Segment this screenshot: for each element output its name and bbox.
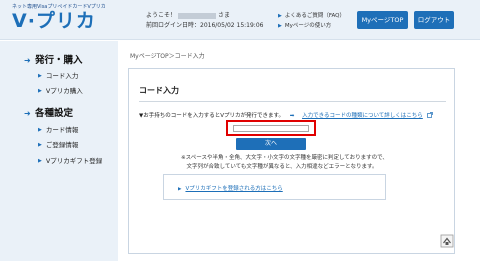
- page-top-icon[interactable]: [440, 233, 454, 248]
- triangle-right-icon: ▶: [38, 88, 42, 94]
- sidebar-item-card-info[interactable]: ▶ カード情報: [38, 125, 78, 135]
- sidebar-item-label: Vプリカ購入: [45, 87, 83, 95]
- howto-link-label: Myページの使い方: [284, 23, 332, 29]
- divider: [139, 101, 446, 102]
- breadcrumb: MyページTOP＞コード入力: [130, 53, 205, 60]
- triangle-right-icon: ▶: [38, 142, 42, 148]
- sidebar-item-label: Vプリカギフト登録: [45, 157, 103, 165]
- arrow-right-icon: ▶: [278, 23, 282, 29]
- mypage-top-button[interactable]: MyページTOP: [357, 11, 408, 29]
- header: ネット専用VisaプリペイドカードVプリカ V·プリカ ようこそ！ さま 前回ログ…: [0, 0, 480, 40]
- gift-register-box: ▶ Vプリカギフトを登録される方はこちら: [163, 174, 386, 200]
- arrow-right-icon: ➜: [24, 56, 31, 65]
- header-links: ▶ よくあるご質問（FAQ） ▶ Myページの使い方: [278, 11, 345, 31]
- code-types-link[interactable]: 入力できるコードの種類について詳しくはこちら: [302, 113, 423, 119]
- masked-username: [178, 12, 217, 19]
- last-login-value: 2016/05/02 15:19:06: [200, 22, 264, 29]
- triangle-right-icon: ▶: [38, 73, 42, 79]
- gift-register-link-label: Vプリカギフトを登録される方はこちら: [185, 186, 283, 192]
- greeting-suffix: さま: [218, 12, 231, 19]
- howto-link[interactable]: ▶ Myページの使い方: [278, 21, 345, 31]
- sidebar-item-label: コード入力: [45, 72, 79, 80]
- note-line-2: 文字列が合致していても文字種が異なると、入力相違などエラーとなります。: [181, 163, 378, 170]
- triangle-right-icon: ▶: [38, 158, 42, 164]
- triangle-right-icon: ▶: [178, 187, 182, 192]
- sidebar-section-settings: ➜ 各種設定: [24, 108, 73, 120]
- sidebar-item-label: ご登録情報: [45, 141, 79, 149]
- vpreca-logo[interactable]: ネット専用VisaプリペイドカードVプリカ V·プリカ: [12, 4, 122, 36]
- next-button[interactable]: 次へ: [236, 138, 306, 150]
- code-input-highlight: [226, 120, 316, 136]
- sidebar-section-issue: ➜ 発行・購入: [24, 55, 83, 67]
- logout-button[interactable]: ログアウト: [414, 11, 454, 29]
- logo-name: V·プリカ: [12, 10, 96, 32]
- last-login: 前回ログイン日時：2016/05/02 15:19:06: [146, 21, 263, 31]
- greeting-prefix: ようこそ！: [146, 12, 177, 19]
- sidebar-item-registration-info[interactable]: ▶ ご登録情報: [38, 140, 78, 150]
- faq-link-label: よくあるご質問（FAQ）: [284, 13, 346, 19]
- last-login-label: 前回ログイン日時：: [146, 22, 201, 29]
- code-input-panel: コード入力 ▼お手持ちのコードを入力するとVプリカが発行できます。 ➡ 入力でき…: [128, 68, 455, 254]
- faq-link[interactable]: ▶ よくあるご質問（FAQ）: [278, 11, 345, 21]
- input-note: ※スペースや半角・全角、大文字・小文字の文字種を厳密に判定しておりますので、 文…: [181, 154, 388, 171]
- code-input-field[interactable]: [233, 125, 309, 132]
- sidebar-section-title: 発行・購入: [35, 55, 83, 66]
- page-title: コード入力: [139, 86, 179, 95]
- sidebar-item-gift-register[interactable]: ▶ Vプリカギフト登録: [38, 156, 102, 166]
- description-text: ▼お手持ちのコードを入力するとVプリカが発行できます。: [139, 113, 284, 119]
- sidebar-item-label: カード情報: [45, 126, 79, 134]
- triangle-right-icon: ▶: [38, 127, 42, 133]
- arrow-right-icon: ➜: [24, 109, 31, 118]
- sidebar-item-code-input[interactable]: ▶ コード入力: [38, 71, 78, 81]
- note-line-1: ※スペースや半角・全角、大文字・小文字の文字種を厳密に判定しておりますので、: [181, 155, 388, 161]
- sidebar: ➜ 発行・購入 ▶ コード入力 ▶ Vプリカ購入 ➜ 各種設定 ▶ カード情報 ▶ ご登録情…: [0, 41, 118, 261]
- user-info: ようこそ！ さま 前回ログイン日時：2016/05/02 15:19:06: [146, 11, 263, 31]
- sidebar-section-title: 各種設定: [35, 108, 74, 119]
- greeting: ようこそ！ さま: [146, 11, 263, 21]
- gift-register-link[interactable]: ▶ Vプリカギフトを登録される方はこちら: [178, 184, 283, 192]
- external-link-icon: [426, 112, 433, 121]
- sidebar-item-purchase[interactable]: ▶ Vプリカ購入: [38, 86, 83, 96]
- arrow-right-icon: ▶: [278, 13, 282, 19]
- arrow-right-icon: ➡: [289, 113, 295, 119]
